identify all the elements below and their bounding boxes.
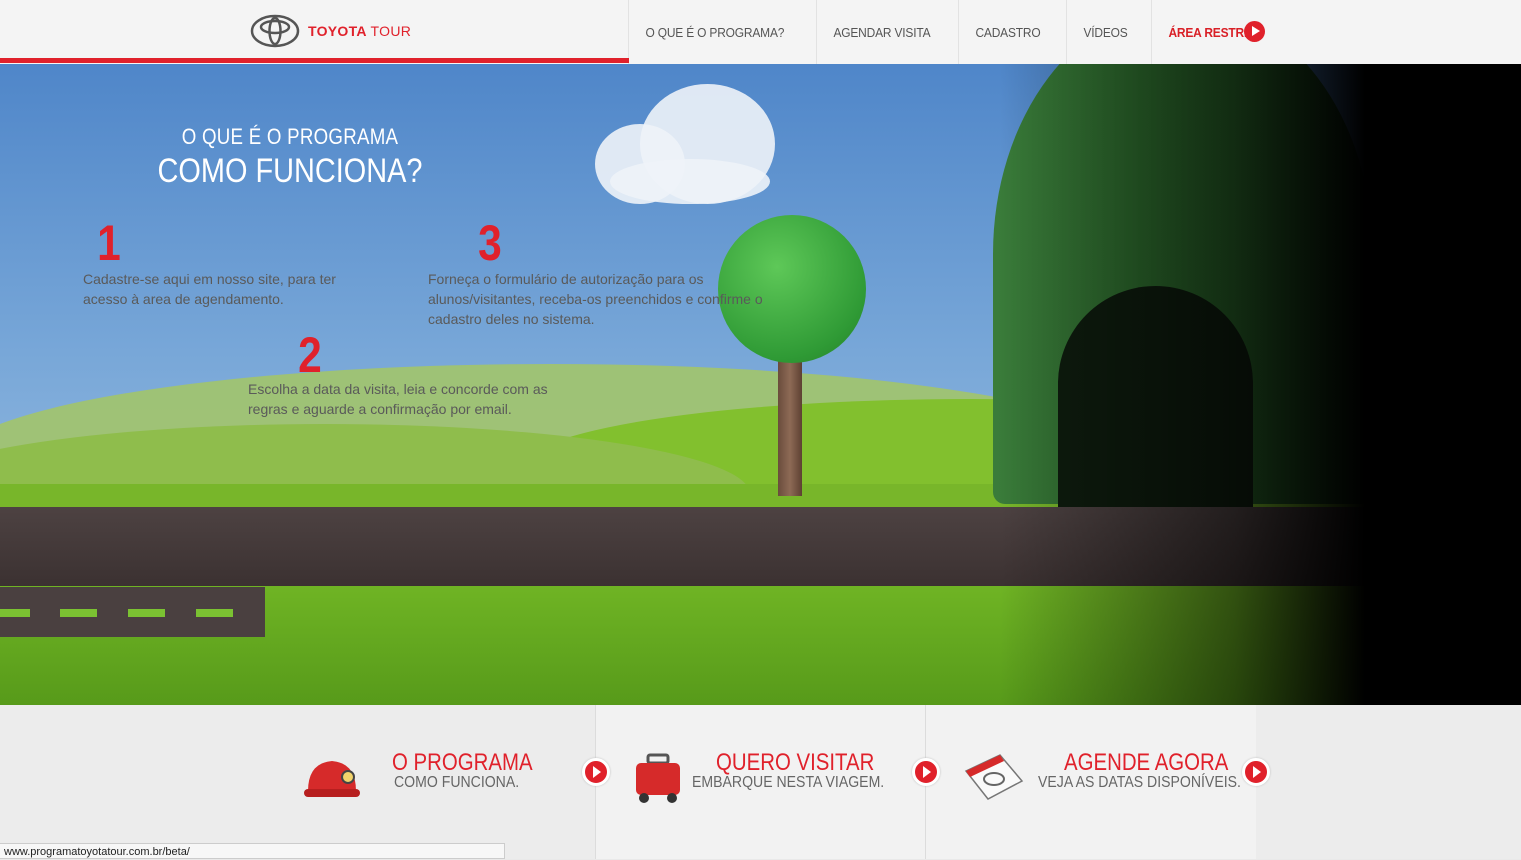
step-number-2: 2 — [298, 327, 322, 383]
main-nav: O QUE É O PROGRAMA? AGENDAR VISITA CADAS… — [628, 0, 1331, 64]
card-subtitle-agende-agora: VEJA AS DATAS DISPONÍVEIS. — [1038, 774, 1241, 791]
browser-status-url: www.programatoyotatour.com.br/beta/ — [0, 843, 505, 859]
site-header: TOYOTA TOUR O QUE É O PROGRAMA? AGENDAR … — [0, 0, 1521, 65]
darkness-overlay — [1000, 64, 1521, 705]
nav-videos[interactable]: VÍDEOS — [1065, 0, 1144, 64]
card-play-icon[interactable] — [1242, 758, 1270, 786]
step-text-1: Cadastre-se aqui em nosso site, para ter… — [83, 271, 336, 307]
nav-area-restrita[interactable]: ÁREA RESTRITA — [1150, 0, 1317, 64]
road-marking — [196, 609, 233, 617]
step-text-2: Escolha a data da visita, leia e concord… — [248, 381, 548, 417]
nav-agendar-visita[interactable]: AGENDAR VISITA — [815, 0, 947, 64]
brand-sub: TOUR — [370, 23, 412, 39]
section-pretitle: O QUE É O PROGRAMA — [181, 124, 399, 149]
card-play-icon[interactable] — [582, 758, 610, 786]
section-heading: O QUE É O PROGRAMA COMO FUNCIONA? — [146, 124, 435, 191]
section-title: COMO FUNCIONA? — [157, 152, 423, 190]
road-marking — [0, 609, 30, 617]
card-subtitle-programa: COMO FUNCIONA. — [394, 774, 520, 791]
nav-o-que-e-o-programa[interactable]: O QUE É O PROGRAMA? — [628, 0, 801, 64]
cloud-base — [610, 159, 770, 204]
step-number-3: 3 — [478, 215, 502, 271]
step-number-1: 1 — [97, 215, 121, 271]
nav-cadastro[interactable]: CADASTRO — [958, 0, 1057, 64]
brand-name: TOYOTA TOUR — [308, 23, 411, 39]
area-restrita-play-icon[interactable] — [1244, 21, 1265, 42]
card-subtitle-quero-visitar: EMBARQUE NESTA VIAGEM. — [692, 774, 885, 791]
hero-scene: O QUE É O PROGRAMA COMO FUNCIONA? 1 Cada… — [0, 64, 1521, 705]
road-marking — [128, 609, 165, 617]
helmet-icon — [304, 761, 360, 797]
card-title-quero-visitar[interactable]: QUERO VISITAR — [716, 749, 874, 777]
calendar-icon — [964, 754, 1024, 800]
step-text-3: Forneça o formulário de autorização para… — [428, 271, 763, 327]
suitcase-icon — [636, 753, 680, 803]
active-section-underline — [0, 58, 629, 63]
tree-trunk — [778, 354, 802, 496]
card-play-icon[interactable] — [912, 758, 940, 786]
toyota-tour-logo[interactable]: TOYOTA TOUR — [250, 14, 411, 48]
feature-cards: O PROGRAMA COMO FUNCIONA. QUERO VISITAR … — [0, 705, 1521, 859]
card-title-programa[interactable]: O PROGRAMA — [392, 749, 533, 777]
brand-main: TOYOTA — [308, 23, 367, 39]
card-title-agende-agora[interactable]: AGENDE AGORA — [1064, 749, 1228, 777]
toyota-emblem-icon — [250, 14, 300, 48]
road-marking — [60, 609, 97, 617]
